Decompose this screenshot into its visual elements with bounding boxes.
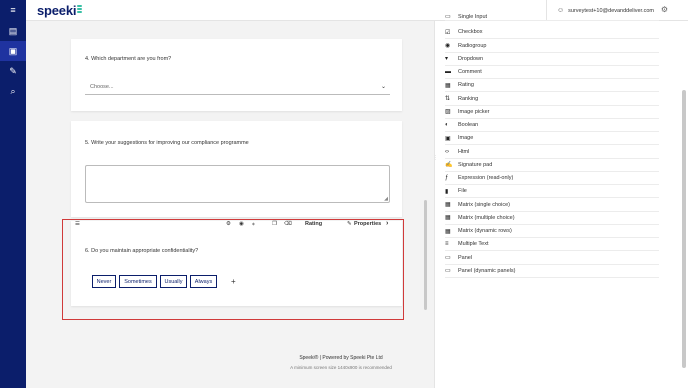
toolbox-item-icon: ◐ [445,122,449,128]
toolbox-item-label: Matrix (single choice) [458,201,510,208]
toolbox-item[interactable]: ▦ Matrix (single choice) [445,199,659,212]
panel-splitter[interactable]: ⋮ [433,155,438,161]
left-nav-rail: ≡ ▤ ▣ ✎ ⌕ [0,0,26,388]
suggestions-textarea[interactable]: ◢ [85,165,390,203]
toolbox-item-label: Rating [458,82,474,89]
canvas-scrollbar[interactable] [424,200,427,310]
rating-option[interactable]: Always [190,275,217,288]
dashboard-icon[interactable]: ▤ [0,21,26,41]
question-card-4[interactable] [71,39,402,111]
toolbox-item-label: Expression (read-only) [458,175,514,181]
toolbox-item-label: File [458,188,467,195]
gear-icon[interactable]: ⚙ [661,5,668,14]
toolbox-item[interactable]: ◉ Radiogroup [445,40,659,53]
toolbox-item-icon: ≡ [445,241,449,248]
toolbox-item-icon: ▭ [445,14,451,20]
toolbox-item-label: Multiple Text [458,241,489,248]
toolbox-item-label: Single Input [458,14,488,20]
toolbox-item-label: Panel [458,254,473,261]
toolbox-item-icon: ☑ [445,29,451,36]
toolbox-item[interactable]: ƒ Expression (read-only) [445,172,659,185]
toolbox-item[interactable]: ▭ Single Input [445,13,659,21]
chevron-down-icon: ⌄ [380,84,386,90]
logo-text: speeki [37,3,77,18]
toolbox-item-icon: ◉ [445,43,451,49]
toolbox-item[interactable]: ▭ Panel [445,252,659,265]
toolbox-item-icon: ▮ [445,188,449,195]
toolbox-item-label: Boolean [458,122,479,128]
toolbox-item[interactable]: ▭ Panel (dynamic panels) [445,265,659,278]
toolbox-scrollbar[interactable] [682,90,686,368]
delete-icon[interactable]: ⌫ [284,221,292,227]
toolbox-item-label: Dropdown [458,55,484,62]
toolbox-item[interactable]: ▣ Image [445,132,659,146]
toolbox-item-icon: ▬ [445,69,451,75]
toolbox-item[interactable]: ≡ Multiple Text [445,238,659,252]
toolbox-item-icon: ▭ [445,255,451,261]
toolbox-item-label: Radiogroup [458,42,487,49]
toolbox-item-label: Matrix (dynamic rows) [458,228,512,234]
toolbox-item-icon: ▣ [445,135,451,142]
toolbox-item-icon: ▭ [445,268,451,275]
toolbox-item-icon: ▦ [445,228,451,235]
toolbox-item-label: Checkbox [458,29,483,36]
properties-button[interactable]: Properties [354,221,381,227]
rating-option[interactable]: Usually [160,275,187,288]
toolbox-item-label: Ranking [458,95,479,102]
department-dropdown[interactable]: Choose... ⌄ [85,81,390,95]
required-icon[interactable]: ⁎ [252,221,255,227]
toolbox-item[interactable]: ▨ Image picker [445,106,659,119]
toolbox-item-icon: ▦ [445,202,451,208]
app-logo[interactable]: speeki [37,3,83,18]
question-title[interactable]: 6. Do you maintain appropriate confident… [85,248,198,254]
question-type-label[interactable]: Rating [305,221,322,227]
toolbox-item[interactable]: ▬ Comment [445,66,659,79]
visibility-icon[interactable]: ◉ [239,221,244,227]
toolbox-item[interactable]: ☑ Checkbox [445,26,659,40]
toolbox-item-label: Panel (dynamic panels) [458,267,516,274]
toolbox-item-icon: ▾ [445,56,449,63]
edit-icon[interactable]: ✎ [0,61,26,81]
toolbox-item[interactable]: ‹› Html [445,146,659,159]
toolbox-item-icon: ▦ [445,215,451,222]
resize-handle-icon[interactable]: ◢ [384,196,388,202]
chevron-right-icon[interactable]: › [386,220,388,227]
toolbox-item[interactable]: ▦ Matrix (multiple choice) [445,212,659,225]
settings-icon[interactable]: ⚙ [226,221,231,227]
question-title[interactable]: 4. Which department are you from? [85,56,171,62]
question-toolbar: ☰ ⚙ ◉ ⁎ ❐ ⌫ Rating ✎ Properties › [75,220,393,231]
rating-option[interactable]: Never [92,275,116,288]
toolbox-item-icon: ▨ [445,109,451,116]
properties-icon: ✎ [347,221,352,227]
logo-mark-icon [77,5,83,14]
drag-handle-icon[interactable]: ☰ [75,221,80,227]
selected-question-outline [62,219,404,320]
toolbox-item[interactable]: ▦ Rating [445,79,659,93]
survey-icon[interactable]: ▣ [0,41,26,61]
dropdown-placeholder: Choose... [90,84,114,90]
toolbox-item-label: Html [458,148,470,155]
toolbox-item-icon: ‹› [445,148,449,155]
toolbox-item-icon: ƒ [445,175,449,181]
toolbox-item-icon: ✍ [445,162,453,169]
toolbox-item[interactable]: ▾ Dropdown [445,53,659,66]
toolbox-item[interactable]: ⇅ Ranking [445,93,659,106]
toolbox-item[interactable]: ▦ Matrix (dynamic rows) [445,225,659,238]
question-title[interactable]: 5. Write your suggestions for improving … [85,140,249,146]
toolbox-item-label: Image picker [458,108,490,115]
toolbox-item-label: Image [458,135,474,142]
toolbox-item-label: Matrix (multiple choice) [458,214,515,221]
toolbox-item[interactable]: ◐ Boolean [445,119,659,132]
rating-option[interactable]: Sometimes [119,275,157,288]
add-rating-option-button[interactable]: + [231,277,236,286]
toolbox-item-icon: ▦ [445,82,451,89]
toolbox-item[interactable]: ✍ Signature pad [445,159,659,172]
menu-icon[interactable]: ≡ [0,0,26,20]
toolbox-item-icon: ⇅ [445,96,451,102]
copy-icon[interactable]: ❐ [272,221,277,227]
toolbox-item-label: Signature pad [458,161,493,168]
search-icon[interactable]: ⌕ [0,81,26,101]
toolbox-item-label: Comment [458,69,482,75]
toolbox-item[interactable]: ▮ File [445,185,659,199]
